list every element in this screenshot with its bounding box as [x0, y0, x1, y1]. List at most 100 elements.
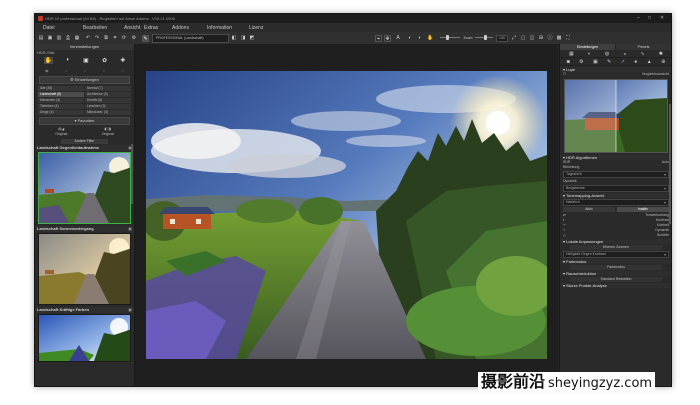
tool-c-icon[interactable]: ◩: [249, 35, 255, 41]
mode-inactive-button[interactable]: Inaktiv: [617, 207, 669, 212]
contrast-icon[interactable]: ◐: [407, 35, 413, 41]
crop-icon[interactable]: ⌗: [112, 35, 118, 41]
style-plus-icon[interactable]: ✚: [120, 57, 125, 64]
pointer-icon[interactable]: ➚: [621, 59, 625, 65]
color-icon[interactable]: ●: [634, 59, 637, 65]
category-item[interactable]: Leuchten (3): [85, 104, 131, 109]
menu-extras[interactable]: Extras: [144, 25, 158, 31]
menu-ansicht[interactable]: Ansicht: [124, 25, 140, 31]
effects-icon[interactable]: ✺: [659, 51, 663, 57]
print-icon[interactable]: ⎙: [65, 35, 71, 41]
tab-presets[interactable]: Presets: [616, 44, 671, 50]
category-item[interactable]: Tierleben (4): [38, 104, 84, 109]
image-icon[interactable]: ▣: [593, 59, 598, 65]
view-single-icon[interactable]: ▢: [520, 35, 526, 41]
favorites-bar[interactable]: ▾ Favoriten: [39, 117, 130, 125]
style-contrast-icon[interactable]: ◐: [66, 57, 70, 63]
minimize-icon[interactable]: –: [637, 15, 640, 21]
menu-information[interactable]: Information: [207, 25, 232, 31]
brush-size-slider[interactable]: [440, 35, 460, 40]
text-tool-icon[interactable]: A: [395, 35, 401, 41]
category-item[interactable]: Kreativ (8): [85, 98, 131, 103]
tool-b-icon[interactable]: ◨: [240, 35, 246, 41]
settings-icon[interactable]: ⚙: [131, 35, 137, 41]
sharpen-icon[interactable]: ▲: [647, 59, 652, 65]
preset-thumb-3[interactable]: [38, 314, 131, 362]
histogram-icon[interactable]: ▩: [556, 35, 562, 41]
hand-icon[interactable]: ✋: [427, 35, 433, 41]
preset-thumb-2[interactable]: [38, 233, 131, 305]
preset-thumb-1[interactable]: [38, 152, 131, 224]
category-item-selected[interactable]: Landschaft (8): [38, 92, 84, 97]
style-radio-4[interactable]: ○: [103, 68, 105, 73]
save-icon[interactable]: ▥: [56, 35, 62, 41]
navigator-thumb[interactable]: [564, 79, 668, 153]
mask-icon[interactable]: ◍: [605, 51, 609, 57]
redo-icon[interactable]: ↷: [94, 35, 100, 41]
tool-a-icon[interactable]: ◧: [231, 35, 237, 41]
copy-icon[interactable]: ⧉: [103, 35, 109, 41]
new-icon[interactable]: ▤: [38, 35, 44, 41]
style-hand-icon[interactable]: ✋: [43, 56, 54, 64]
layers-icon[interactable]: ▦: [569, 51, 574, 57]
zoom-knob[interactable]: [484, 35, 487, 40]
tab-settings[interactable]: Einstellungen: [560, 44, 616, 50]
lupe-checkbox[interactable]: ☐: [563, 72, 566, 77]
lokale-button[interactable]: Ebenen Zoomen: [570, 245, 662, 250]
image-canvas[interactable]: [135, 44, 558, 386]
left-scrollbar[interactable]: [131, 144, 133, 204]
style-image-icon[interactable]: ▣: [83, 57, 89, 64]
farbmodus-button[interactable]: Farbmodus: [570, 265, 662, 270]
style-radio-5[interactable]: ○: [121, 68, 123, 73]
style-radio-2[interactable]: ○: [65, 68, 67, 73]
main-photo[interactable]: [146, 71, 547, 359]
settings-dropdown[interactable]: ⚙ Einstellungen: [39, 76, 130, 84]
info-icon[interactable]: ⓘ: [547, 35, 553, 41]
compare-icon[interactable]: ◑: [416, 35, 422, 41]
style-radio-3[interactable]: ○: [84, 68, 86, 73]
right-scrollbar[interactable]: [669, 104, 671, 224]
rauschred-button[interactable]: Standard Reduktion: [570, 277, 662, 282]
category-item[interactable]: Menschen (4): [38, 98, 84, 103]
move-tool-icon[interactable]: ✥: [384, 35, 391, 42]
category-item[interactable]: Normal (7): [85, 86, 131, 91]
zoom-slider[interactable]: [475, 35, 493, 40]
preset-2-menu-icon[interactable]: ▣: [128, 226, 134, 232]
category-item[interactable]: Dinge (4): [38, 110, 84, 115]
control-row[interactable]: △ Schärfe: [560, 233, 671, 238]
maximize-icon[interactable]: □: [648, 15, 651, 21]
select-tool-icon[interactable]: ⌖: [375, 35, 382, 42]
close-icon[interactable]: ✕: [660, 15, 664, 21]
menu-bearbeiten[interactable]: Bearbeiten: [83, 25, 107, 31]
fullscreen-icon[interactable]: ⛶: [565, 35, 571, 41]
preset-3-menu-icon[interactable]: ▣: [128, 307, 134, 313]
brush-icon[interactable]: ✎: [142, 35, 149, 42]
zoom-icon[interactable]: ⊕: [661, 59, 665, 65]
lupe-mode[interactable]: Vergleichsansicht: [642, 72, 669, 77]
original-a[interactable]: Original: [38, 132, 85, 137]
fit-icon[interactable]: ⤢: [511, 35, 517, 41]
belichtung-dropdown[interactable]: Tageslicht: [563, 171, 669, 178]
mode-active-button[interactable]: Aktiv: [563, 207, 615, 212]
menu-lizenz[interactable]: Lizenz: [249, 25, 263, 31]
preset-select[interactable]: PROFESSIONAL (Landschaft): [152, 34, 229, 43]
zoom-input[interactable]: 100: [496, 35, 508, 42]
view-split-icon[interactable]: ◫: [529, 35, 535, 41]
category-item[interactable]: Architektur (5): [85, 92, 131, 97]
tone-icon[interactable]: ◒: [623, 51, 626, 57]
category-item[interactable]: Alle (35): [38, 86, 84, 91]
open-icon[interactable]: ▣: [47, 35, 53, 41]
rotate-icon[interactable]: ⟳: [121, 35, 127, 41]
menu-addons[interactable]: Addons: [172, 25, 189, 31]
algo-option-b[interactable]: Auto: [662, 160, 669, 165]
original-b[interactable]: Original: [85, 132, 132, 137]
style-palette-icon[interactable]: ✿: [102, 57, 107, 64]
undo-icon[interactable]: ↶: [85, 35, 91, 41]
camera-icon[interactable]: ◙: [567, 59, 570, 65]
curve-icon[interactable]: ∿: [640, 51, 644, 57]
export-icon[interactable]: ▦: [74, 35, 80, 41]
lokale-dropdown[interactable]: Helligkeit Gegen Kontrast: [563, 251, 669, 258]
other-filters-button[interactable]: Andere Filter: [61, 139, 108, 144]
pen-icon[interactable]: ✎: [607, 59, 611, 65]
adjust-icon[interactable]: ◐: [588, 51, 591, 57]
